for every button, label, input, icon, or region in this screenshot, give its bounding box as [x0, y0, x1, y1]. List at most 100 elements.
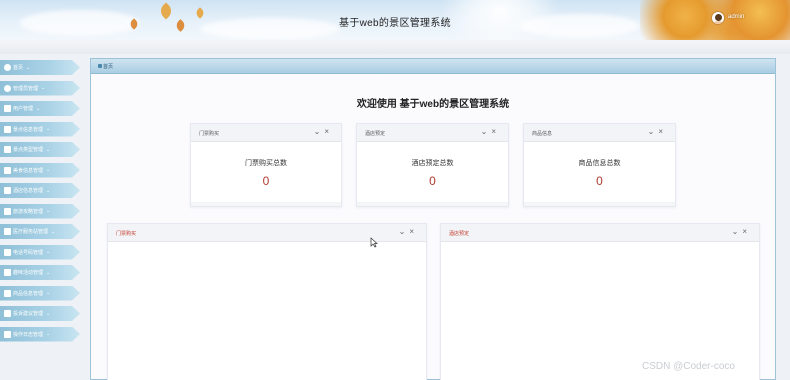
- sidebar: 首页 ⌄ 管理员管理 ⌄ 用户管理 ⌄ 景点信息管理 ⌄ 景点类型管理 ⌄ 美食…: [0, 58, 84, 380]
- sidebar-item-label: 商品信息管理: [13, 290, 44, 297]
- close-icon[interactable]: ×: [491, 127, 500, 136]
- list-icon: [4, 207, 11, 215]
- breadcrumb-bar: 首页: [91, 59, 775, 74]
- card-header: 门票购买 ⌄×: [108, 224, 426, 242]
- gear-icon: [4, 84, 11, 92]
- chevron-down-icon: ⌄: [46, 187, 51, 194]
- chevron-down-icon: ⌄: [46, 208, 51, 214]
- close-icon[interactable]: ×: [742, 227, 751, 236]
- list-icon: [4, 310, 11, 317]
- card-footer: [524, 202, 675, 206]
- stat-label: 酒店预定总数: [411, 160, 454, 167]
- sidebar-item-label: 管理员管理: [13, 85, 39, 92]
- card-tools[interactable]: ⌄×: [314, 127, 333, 136]
- sidebar-item-label: 美食信息管理: [13, 167, 44, 174]
- card-header: 门票购买 ⌄×: [191, 124, 341, 142]
- sidebar-item-label: 操作日志管理: [13, 331, 44, 338]
- home-icon: [4, 64, 11, 71]
- header-divider: [0, 40, 790, 54]
- list-icon: [4, 166, 11, 174]
- sidebar-item-goods[interactable]: 商品信息管理 ⌄: [0, 285, 80, 301]
- sidebar-item-scenic-type[interactable]: 景点类型管理 ⌄: [0, 142, 80, 157]
- sidebar-item-admin[interactable]: 管理员管理 ⌄: [0, 80, 80, 96]
- sidebar-item-activity[interactable]: 趣味活动管理 ⌄: [0, 265, 80, 280]
- close-icon[interactable]: ×: [658, 127, 667, 136]
- card-tools[interactable]: ⌄×: [732, 227, 751, 236]
- main-content: 首页 欢迎使用 基于web的景区管理系统 门票购买 ⌄× 门票购买总数 0 酒店…: [90, 58, 776, 380]
- sidebar-item-log[interactable]: 操作日志管理 ⌄: [0, 326, 80, 342]
- sidebar-item-hotel[interactable]: 酒店信息管理 ⌄: [0, 183, 80, 198]
- list-icon: [4, 330, 11, 338]
- card-header: 酒店预定 ⌄×: [441, 224, 759, 242]
- user-name[interactable]: admin: [728, 14, 744, 20]
- card-title: 商品信息: [532, 131, 553, 137]
- panel-hotel-chart: 酒店预定 ⌄×: [440, 223, 760, 380]
- sidebar-item-complaint[interactable]: 投诉建议管理 ⌄: [0, 306, 80, 321]
- sidebar-item-label: 趣味活动管理: [13, 270, 44, 276]
- user-avatar-icon[interactable]: [711, 11, 725, 25]
- chevron-down-icon: ⌄: [46, 126, 51, 132]
- stat-label: 门票购买总数: [245, 160, 287, 167]
- card-title: 酒店预定: [365, 131, 386, 137]
- stat-card-goods: 商品信息 ⌄× 商品信息总数 0: [523, 123, 676, 207]
- sidebar-item-label: 景点类型管理: [13, 147, 44, 153]
- chevron-down-icon: ⌄: [41, 85, 46, 91]
- list-icon: [4, 146, 11, 153]
- card-tools[interactable]: ⌄×: [399, 227, 418, 236]
- sidebar-item-users[interactable]: 用户管理 ⌄: [0, 101, 80, 116]
- breadcrumb[interactable]: 首页: [103, 63, 113, 70]
- chevron-down-icon: ⌄: [51, 228, 56, 235]
- chevron-down-icon[interactable]: ⌄: [481, 127, 492, 136]
- sidebar-item-label: 用户管理: [13, 106, 34, 112]
- chevron-down-icon: ⌄: [46, 290, 51, 296]
- user-icon: [4, 105, 11, 112]
- sidebar-item-label: 投诉建议管理: [13, 311, 44, 317]
- list-icon: [4, 125, 11, 133]
- sidebar-item-label: 首页: [13, 65, 24, 71]
- list-icon: [4, 228, 11, 235]
- chevron-down-icon: ⌄: [46, 331, 51, 337]
- sidebar-item-home[interactable]: 首页 ⌄: [0, 60, 80, 75]
- sidebar-item-phone[interactable]: 电话号码管理 ⌄: [0, 244, 80, 260]
- sidebar-item-food[interactable]: 美食信息管理 ⌄: [0, 162, 80, 178]
- stat-label: 商品信息总数: [578, 160, 621, 167]
- sidebar-item-label: 酒店信息管理: [13, 188, 44, 194]
- chevron-down-icon: ⌄: [46, 249, 51, 255]
- list-icon: [4, 187, 11, 194]
- card-tools[interactable]: ⌄×: [648, 127, 667, 136]
- sidebar-item-label: 电话号码管理: [13, 249, 44, 256]
- sidebar-item-guide[interactable]: 旅游攻略管理 ⌄: [0, 203, 80, 219]
- sidebar-item-medical[interactable]: 医疗服务站管理 ⌄: [0, 224, 80, 239]
- close-icon[interactable]: ×: [324, 127, 333, 136]
- card-title: 酒店预定: [449, 231, 470, 237]
- card-footer: [357, 202, 508, 206]
- sidebar-item-scenic[interactable]: 景点信息管理 ⌄: [0, 121, 80, 137]
- chevron-down-icon: ⌄: [46, 269, 51, 276]
- chevron-down-icon: ⌄: [46, 310, 51, 317]
- sidebar-item-label: 医疗服务站管理: [13, 229, 49, 235]
- stat-value: 0: [596, 174, 603, 188]
- chevron-down-icon: ⌄: [46, 146, 51, 153]
- mouse-cursor-icon: [370, 237, 378, 248]
- sidebar-item-label: 旅游攻略管理: [13, 208, 44, 215]
- card-footer: [191, 202, 341, 206]
- list-icon: [4, 248, 11, 256]
- close-icon[interactable]: ×: [409, 227, 418, 236]
- card-title: 门票购买: [199, 131, 220, 137]
- chevron-down-icon[interactable]: ⌄: [732, 227, 743, 236]
- chevron-down-icon: ⌄: [36, 105, 41, 112]
- chevron-down-icon[interactable]: ⌄: [314, 127, 325, 136]
- stat-card-hotel: 酒店预定 ⌄× 酒店预定总数 0: [356, 123, 509, 207]
- card-header: 酒店预定 ⌄×: [357, 124, 508, 142]
- stat-card-tickets: 门票购买 ⌄× 门票购买总数 0: [190, 123, 342, 207]
- panel-tickets-chart: 门票购买 ⌄×: [107, 223, 427, 380]
- chevron-down-icon: ⌄: [46, 167, 51, 173]
- watermark: CSDN @Coder-coco: [642, 361, 735, 372]
- sidebar-item-label: 景点信息管理: [13, 126, 44, 133]
- chevron-down-icon[interactable]: ⌄: [399, 227, 410, 236]
- home-icon: [98, 64, 102, 68]
- list-icon: [4, 289, 11, 297]
- stat-value: 0: [262, 174, 270, 188]
- chevron-down-icon[interactable]: ⌄: [648, 127, 659, 136]
- card-tools[interactable]: ⌄×: [481, 127, 500, 136]
